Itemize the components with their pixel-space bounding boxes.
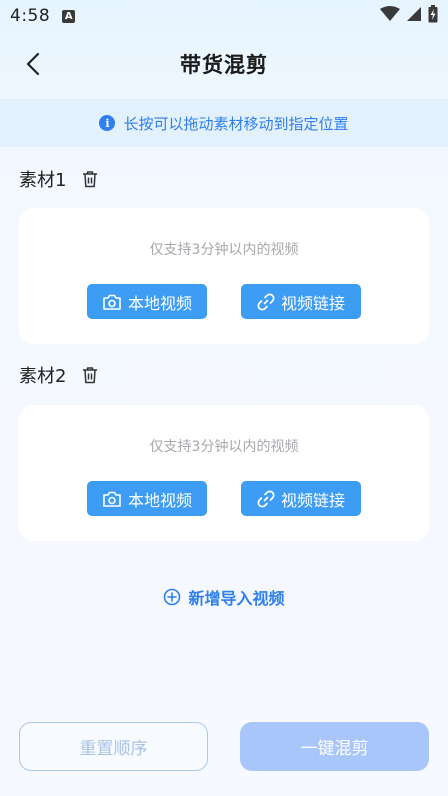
reset-order-button[interactable]: 重置顺序	[19, 722, 208, 771]
notification-a-icon: A	[62, 9, 76, 23]
local-video-button[interactable]: 本地视频	[87, 284, 207, 319]
status-icons	[380, 5, 438, 27]
duration-hint: 仅支持3分钟以内的视频	[149, 242, 299, 258]
camera-icon	[103, 491, 121, 507]
trash-icon[interactable]	[80, 169, 100, 189]
local-video-label: 本地视频	[127, 293, 192, 313]
material-card: 仅支持3分钟以内的视频 本地视频 视频链接	[19, 208, 429, 344]
back-button[interactable]	[18, 48, 50, 80]
info-icon: i	[99, 115, 116, 131]
local-video-button[interactable]: 本地视频	[87, 481, 207, 516]
add-video-label: 新增导入视频	[188, 589, 285, 608]
trash-icon[interactable]	[80, 365, 100, 385]
wifi-icon	[380, 6, 400, 26]
battery-charging-icon	[428, 5, 438, 27]
video-link-label: 视频链接	[280, 490, 345, 510]
one-click-mix-button[interactable]: 一键混剪	[240, 722, 429, 771]
chevron-left-icon	[26, 52, 40, 76]
plus-circle-icon	[164, 588, 181, 606]
material-header: 素材1	[19, 164, 100, 194]
status-bar: 4:58 A	[0, 0, 448, 32]
duration-hint: 仅支持3分钟以内的视频	[149, 439, 299, 455]
add-video-button[interactable]: 新增导入视频	[0, 584, 448, 610]
camera-icon	[103, 294, 121, 310]
video-link-button[interactable]: 视频链接	[241, 481, 361, 516]
local-video-label: 本地视频	[127, 490, 192, 510]
status-time: 4:58	[10, 6, 51, 26]
signal-icon	[406, 6, 422, 26]
link-icon	[257, 293, 275, 310]
tip-text: 长按可以拖动素材移动到指定位置	[123, 114, 349, 133]
video-link-label: 视频链接	[280, 293, 345, 313]
material-label: 素材2	[19, 366, 67, 387]
material-header: 素材2	[19, 360, 100, 390]
page-title: 带货混剪	[180, 53, 268, 77]
link-icon	[257, 490, 275, 507]
nav-bar: 带货混剪	[0, 32, 448, 96]
tip-banner: i 长按可以拖动素材移动到指定位置	[0, 99, 448, 147]
video-link-button[interactable]: 视频链接	[241, 284, 361, 319]
material-label: 素材1	[19, 170, 67, 191]
material-card: 仅支持3分钟以内的视频 本地视频 视频链接	[19, 405, 429, 541]
